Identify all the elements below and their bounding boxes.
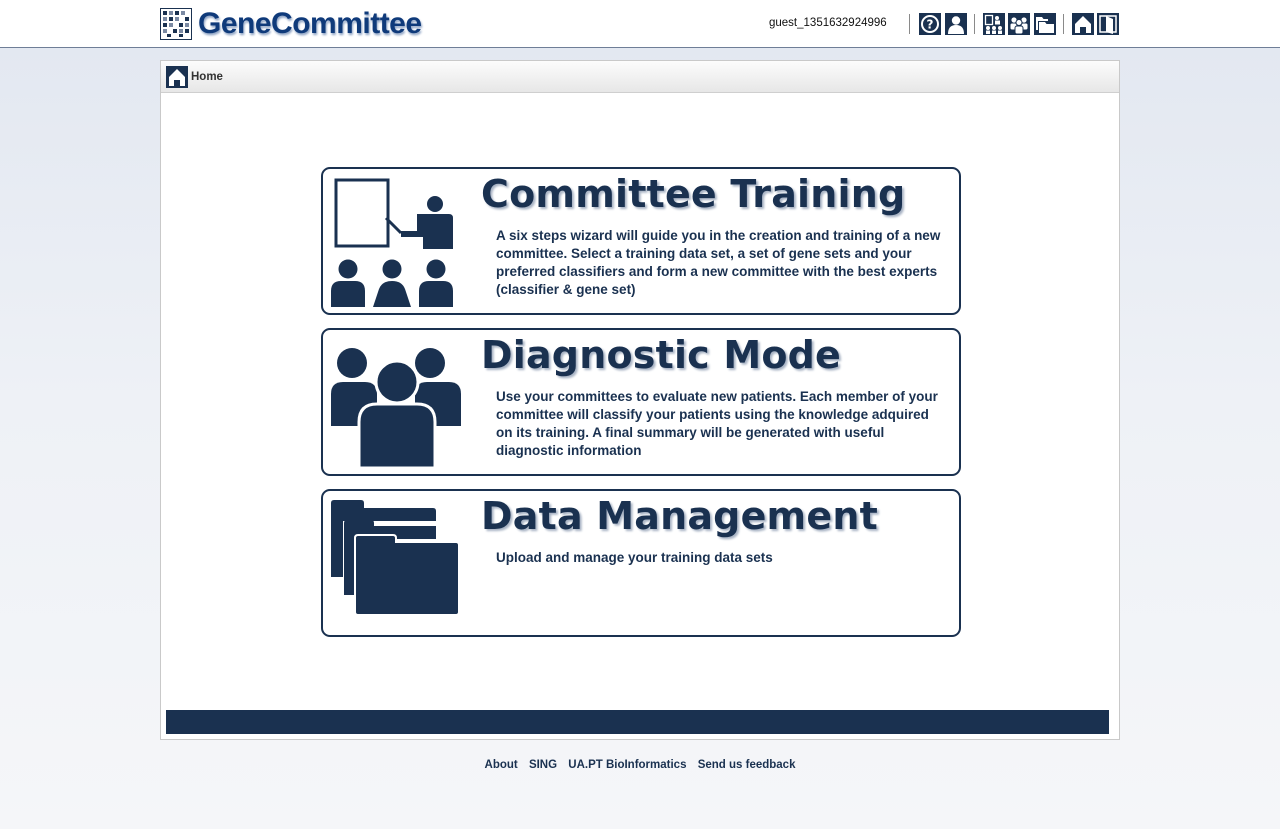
diagnostic-mode-title: Diagnostic Mode bbox=[481, 333, 842, 377]
breadcrumb: Home bbox=[161, 61, 1119, 93]
committee-training-card[interactable]: Committee Training A six steps wizard wi… bbox=[321, 167, 961, 315]
diagnostic-mode-icon bbox=[331, 348, 461, 468]
patients-icon bbox=[1008, 13, 1030, 35]
committees-icon bbox=[983, 13, 1005, 35]
app-title: GeneCommittee bbox=[198, 7, 422, 40]
app-logo[interactable]: GeneCommittee bbox=[160, 8, 422, 40]
help-button[interactable]: ? bbox=[919, 13, 941, 35]
committee-training-icon bbox=[331, 178, 453, 307]
datasets-button[interactable] bbox=[1034, 13, 1056, 35]
diagnostic-mode-description: Use your committees to evaluate new pati… bbox=[496, 389, 938, 458]
diagnostic-mode-card[interactable]: Diagnostic Mode Use your committees to e… bbox=[321, 328, 961, 476]
home-icon[interactable] bbox=[166, 65, 188, 88]
user-profile-button[interactable] bbox=[945, 13, 967, 35]
home-button[interactable] bbox=[1072, 13, 1094, 35]
footer-link-feedback[interactable]: Send us feedback bbox=[698, 759, 796, 771]
datasets-icon bbox=[1034, 13, 1056, 35]
breadcrumb-home-label[interactable]: Home bbox=[191, 71, 223, 83]
user-profile-icon bbox=[945, 13, 967, 35]
main-panel: Home Committee Training A six steps wiza… bbox=[160, 60, 1120, 740]
committee-training-description: A six steps wizard will guide you in the… bbox=[496, 228, 941, 297]
svg-text:?: ? bbox=[927, 18, 934, 32]
help-icon: ? bbox=[919, 13, 941, 35]
footer-link-bioinformatics[interactable]: UA.PT BioInformatics bbox=[568, 759, 686, 771]
toolbar-divider bbox=[974, 14, 975, 34]
logout-button[interactable] bbox=[1097, 13, 1119, 35]
logout-icon bbox=[1097, 13, 1119, 35]
gene-grid-logo-icon bbox=[160, 8, 192, 40]
footer-link-about[interactable]: About bbox=[485, 759, 518, 771]
panel-footer-bar bbox=[166, 710, 1109, 734]
committees-button[interactable] bbox=[983, 13, 1005, 35]
toolbar-divider bbox=[1063, 14, 1064, 34]
data-management-folders-icon bbox=[331, 500, 460, 616]
patients-button[interactable] bbox=[1008, 13, 1030, 35]
user-name: guest_1351632924996 bbox=[769, 17, 887, 29]
toolbar-divider bbox=[909, 14, 910, 34]
footer-links: About SING UA.PT BioInformatics Send us … bbox=[0, 759, 1280, 771]
top-bar: GeneCommittee guest_1351632924996 ? bbox=[0, 0, 1280, 48]
committee-training-title: Committee Training bbox=[481, 172, 906, 216]
home-icon bbox=[1072, 13, 1094, 35]
data-management-description: Upload and manage your training data set… bbox=[496, 550, 773, 565]
data-management-title: Data Management bbox=[481, 494, 878, 538]
footer-link-sing[interactable]: SING bbox=[529, 759, 557, 771]
data-management-card[interactable]: Data Management Upload and manage your t… bbox=[321, 489, 961, 637]
